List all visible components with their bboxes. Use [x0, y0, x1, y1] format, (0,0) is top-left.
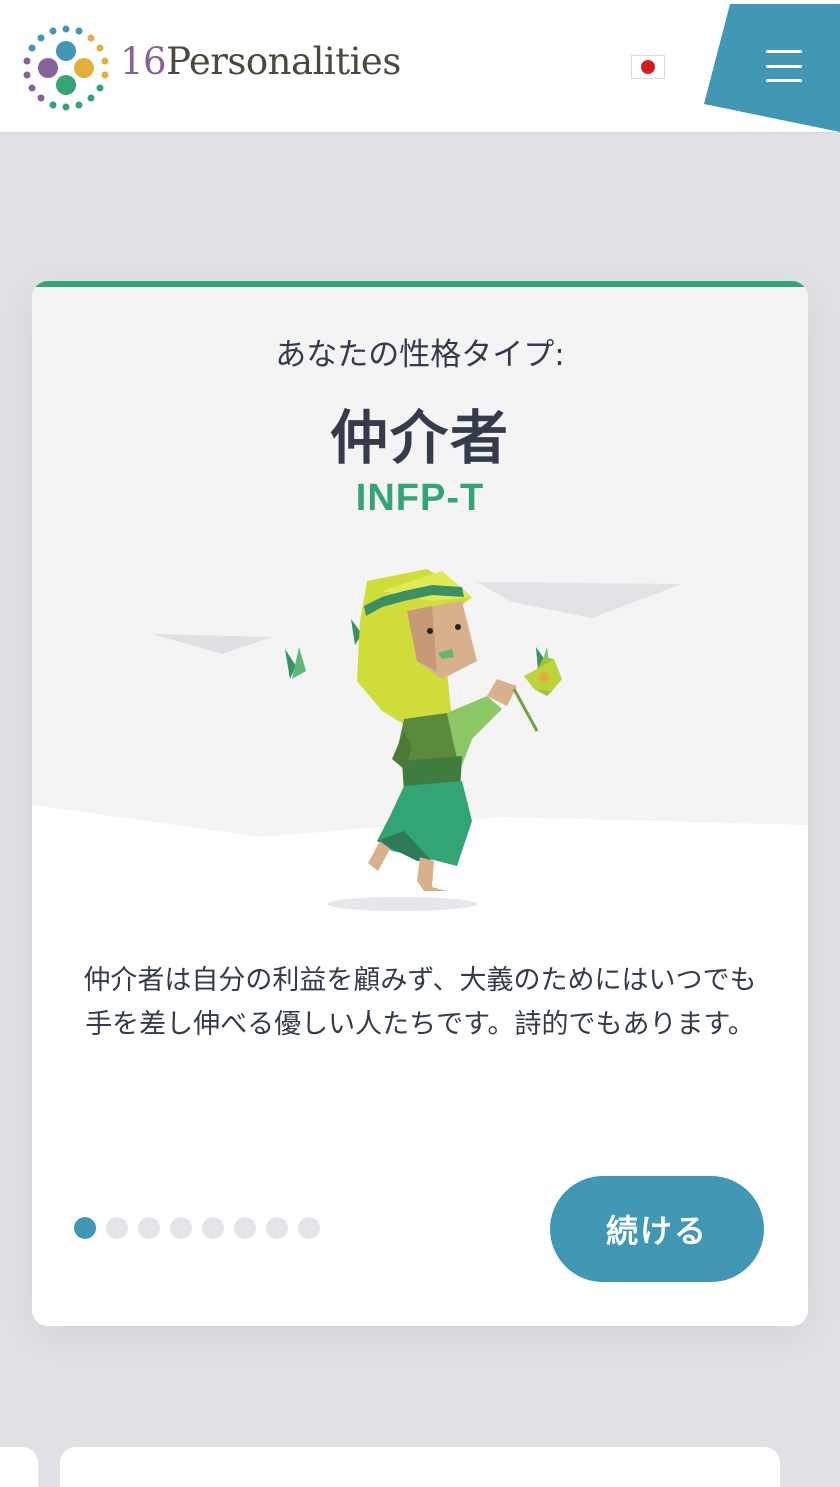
- logo-icon[interactable]: [22, 24, 110, 112]
- site-header: 16Personalities: [0, 0, 840, 133]
- step-pagination: [74, 1217, 320, 1239]
- pagination-dot[interactable]: [170, 1217, 192, 1239]
- pagination-dot[interactable]: [202, 1217, 224, 1239]
- next-card-peek: [60, 1447, 780, 1487]
- pagination-dot[interactable]: [138, 1217, 160, 1239]
- next-card-peek-left: [0, 1447, 38, 1487]
- pagination-dot[interactable]: [298, 1217, 320, 1239]
- hamburger-icon[interactable]: [766, 50, 802, 82]
- personality-result-card: あなたの性格タイプ: 仲介者 INFP-T 仲介者は自分の利益を顧みず、大義のた…: [32, 281, 808, 1326]
- card-accent-bar: [32, 281, 808, 287]
- mediator-character-illustration: [152, 569, 682, 911]
- pagination-dot[interactable]: [266, 1217, 288, 1239]
- personality-type-code: INFP-T: [355, 477, 485, 519]
- japan-flag-icon[interactable]: [631, 55, 665, 79]
- brand-name: Personalities: [166, 40, 401, 83]
- personality-type-name: 仲介者: [329, 404, 510, 472]
- personality-description: 仲介者は自分の利益を顧みず、大義のためにはいつでも手を差し伸べる優しい人たちです…: [83, 965, 757, 1040]
- brand-number: 16: [120, 40, 167, 83]
- pagination-dot[interactable]: [106, 1217, 128, 1239]
- result-label: あなたの性格タイプ:: [275, 337, 565, 373]
- brand-wordmark[interactable]: 16Personalities: [120, 40, 401, 83]
- continue-button[interactable]: 続ける: [550, 1176, 764, 1282]
- pagination-dot-active[interactable]: [74, 1217, 96, 1239]
- pagination-dot[interactable]: [234, 1217, 256, 1239]
